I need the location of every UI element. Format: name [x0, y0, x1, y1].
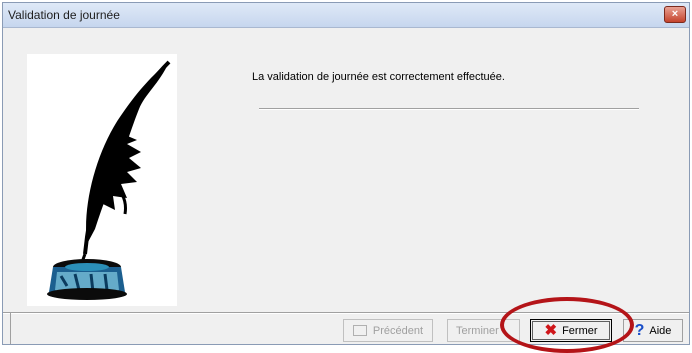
help-button-label: Aide: [649, 324, 672, 337]
status-message: La validation de journée est correctemen…: [252, 71, 505, 83]
divider: [259, 108, 639, 110]
close-icon: ×: [671, 8, 679, 20]
previous-button-label: Précédent: [372, 324, 424, 337]
footer-edge: [10, 313, 11, 344]
quill-inkwell-icon: [27, 54, 177, 306]
question-mark-icon: ?: [634, 322, 645, 339]
footer-divider: [3, 312, 689, 314]
previous-button[interactable]: Précédent: [343, 319, 433, 342]
title-bar[interactable]: Validation de journée ×: [3, 3, 689, 28]
finish-button[interactable]: Terminer: [447, 319, 520, 342]
close-button-label: Fermer: [562, 324, 598, 337]
window-close-button[interactable]: ×: [664, 6, 686, 23]
close-button[interactable]: ✖ Fermer: [530, 319, 612, 342]
dialog-window: Validation de journée × La validation de…: [2, 2, 690, 345]
finish-button-label: Terminer: [456, 324, 499, 337]
help-button[interactable]: ? Aide: [623, 319, 683, 342]
window-title: Validation de journée: [8, 8, 120, 22]
back-icon: [352, 325, 367, 336]
red-x-icon: ✖: [544, 322, 558, 339]
